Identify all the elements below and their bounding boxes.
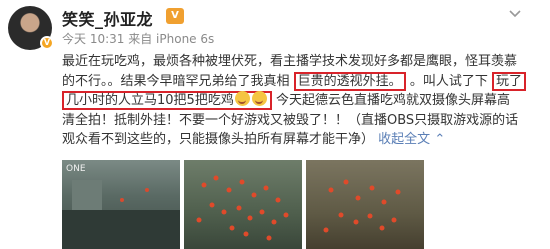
caret-up-icon: ⌃ [434, 132, 446, 147]
post-time: 今天 10:31 [62, 32, 125, 46]
post-source: 来自 iPhone 6s [128, 32, 215, 46]
highlight-box: 玩了 [491, 71, 526, 91]
post-line: 观众看不到这些的，只能摄像头拍所有屏幕才能干净） 收起全文 ⌃ [62, 132, 446, 147]
chevron-down-icon[interactable] [508, 6, 522, 20]
post-image[interactable] [184, 160, 302, 249]
highlight-box: 几小时的人立马10把5把吃鸡 [62, 91, 272, 110]
post-image[interactable] [306, 160, 424, 249]
laugh-cry-emoji-icon [251, 91, 267, 106]
post-text: 最近在玩吃鸡，最烦各种被埋伏死，看主播学技术发现好多都是鹰眼，怪耳羡慕 的不行。… [62, 52, 542, 150]
esp-markers-icon [323, 179, 401, 233]
verified-badge-icon: V [40, 36, 54, 50]
post-line: 清全拍！抵制外挂！不要一个好游戏又被毁了！！（直播OBS只摄取游戏源的话 [62, 112, 519, 128]
post-line: 的不行。。结果今早暗罕兄弟给了我真相 巨贵的透视外挂。 。叫人试了下 玩了 [62, 71, 542, 92]
vip-icon: V [166, 8, 184, 24]
highlight-box: 巨贵的透视外挂。 [293, 71, 406, 91]
user-name[interactable]: 笑笑_孙亚龙 [62, 6, 153, 30]
post-meta: 今天 10:31 来自 iPhone 6s [62, 30, 214, 47]
post-image[interactable]: ONE [62, 160, 180, 249]
post-line: 最近在玩吃鸡，最烦各种被埋伏死，看主播学技术发现好多都是鹰眼，怪耳羡慕 [62, 54, 518, 69]
weibo-post: V 笑笑_孙亚龙 V 今天 10:31 来自 iPhone 6s 最近在玩吃鸡，… [0, 0, 550, 249]
collapse-link[interactable]: 收起全文 ⌃ [378, 132, 445, 147]
esp-markers-icon [62, 180, 180, 249]
esp-markers-icon [196, 175, 289, 241]
laugh-cry-emoji-icon [234, 91, 250, 106]
post-line: 几小时的人立马10把5把吃鸡 今天起德云色直播吃鸡就双摄像头屏幕高 [62, 91, 542, 111]
